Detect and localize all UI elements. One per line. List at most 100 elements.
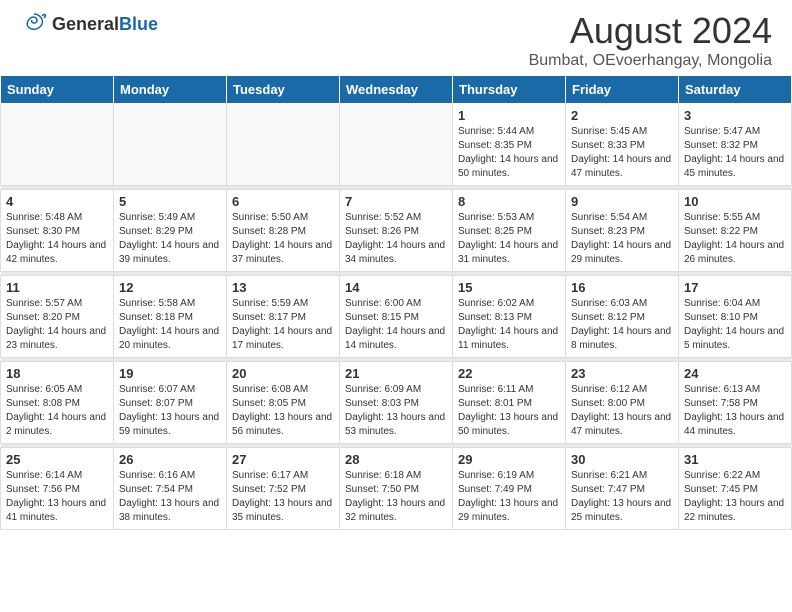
day-info: Sunrise: 5:53 AM Sunset: 8:25 PM Dayligh… <box>458 211 560 267</box>
calendar-cell: 1Sunrise: 5:44 AM Sunset: 8:35 PM Daylig… <box>453 104 566 186</box>
calendar-cell: 12 Sunrise: 5:58 AM Sunset: 8:18 PM Dayli… <box>114 276 227 358</box>
day-number: 31 <box>684 452 786 467</box>
day-info: Sunrise: 5:50 AM Sunset: 8:28 PM Dayligh… <box>232 211 334 267</box>
day-number: 30 <box>571 452 673 467</box>
day-info: Sunrise: 6:14 AM Sunset: 7:56 PM Dayligh… <box>6 469 108 525</box>
calendar-cell: 26 Sunrise: 6:16 AM Sunset: 7:54 PM Dayli… <box>114 448 227 530</box>
logo-general: General <box>52 14 119 34</box>
day-info: Sunrise: 6:13 AM Sunset: 7:58 PM Dayligh… <box>684 383 786 439</box>
weekday-header-row: SundayMondayTuesdayWednesdayThursdayFrid… <box>1 76 792 104</box>
day-number: 21 <box>345 366 447 381</box>
calendar-cell: 27Sunrise: 6:17 AM Sunset: 7:52 PM Dayli… <box>227 448 340 530</box>
calendar-cell: 2Sunrise: 5:45 AM Sunset: 8:33 PM Daylig… <box>566 104 679 186</box>
calendar-cell: 9 Sunrise: 5:54 AM Sunset: 8:23 PM Daylig… <box>566 190 679 272</box>
calendar-cell: 23 Sunrise: 6:12 AM Sunset: 8:00 PM Dayli… <box>566 362 679 444</box>
day-info: Sunrise: 6:07 AM Sunset: 8:07 PM Dayligh… <box>119 383 221 439</box>
day-number: 12 <box>119 280 221 295</box>
day-info: Sunrise: 6:00 AM Sunset: 8:15 PM Dayligh… <box>345 297 447 353</box>
day-number: 20 <box>232 366 334 381</box>
calendar-cell: 11 Sunrise: 5:57 AM Sunset: 8:20 PM Dayli… <box>1 276 114 358</box>
day-number: 24 <box>684 366 786 381</box>
logo-icon <box>20 10 48 38</box>
day-info: Sunrise: 6:18 AM Sunset: 7:50 PM Dayligh… <box>345 469 447 525</box>
title-area: August 2024 Bumbat, OEvoerhangay, Mongol… <box>529 10 772 70</box>
day-info: Sunrise: 5:54 AM Sunset: 8:23 PM Dayligh… <box>571 211 673 267</box>
day-info: Sunrise: 5:57 AM Sunset: 8:20 PM Dayligh… <box>6 297 108 353</box>
day-number: 9 <box>571 194 673 209</box>
calendar-cell: 5Sunrise: 5:49 AM Sunset: 8:29 PM Daylig… <box>114 190 227 272</box>
day-info: Sunrise: 5:45 AM Sunset: 8:33 PM Dayligh… <box>571 125 673 181</box>
calendar-cell <box>1 104 114 186</box>
calendar-cell: 4 Sunrise: 5:48 AM Sunset: 8:30 PM Daylig… <box>1 190 114 272</box>
day-number: 26 <box>119 452 221 467</box>
weekday-header-tuesday: Tuesday <box>227 76 340 104</box>
calendar-cell: 17Sunrise: 6:04 AM Sunset: 8:10 PM Dayli… <box>679 276 792 358</box>
day-number: 3 <box>684 108 786 123</box>
week-row-3: 11 Sunrise: 5:57 AM Sunset: 8:20 PM Dayli… <box>1 276 792 358</box>
calendar-cell: 7Sunrise: 5:52 AM Sunset: 8:26 PM Daylig… <box>340 190 453 272</box>
calendar-cell: 31 Sunrise: 6:22 AM Sunset: 7:45 PM Dayli… <box>679 448 792 530</box>
day-info: Sunrise: 5:55 AM Sunset: 8:22 PM Dayligh… <box>684 211 786 267</box>
day-number: 15 <box>458 280 560 295</box>
day-number: 23 <box>571 366 673 381</box>
logo: GeneralBlue <box>20 10 158 38</box>
day-number: 22 <box>458 366 560 381</box>
calendar-cell: 24 Sunrise: 6:13 AM Sunset: 7:58 PM Dayli… <box>679 362 792 444</box>
day-number: 8 <box>458 194 560 209</box>
day-number: 14 <box>345 280 447 295</box>
logo-blue: Blue <box>119 14 158 34</box>
day-info: Sunrise: 5:48 AM Sunset: 8:30 PM Dayligh… <box>6 211 108 267</box>
week-row-1: 1Sunrise: 5:44 AM Sunset: 8:35 PM Daylig… <box>1 104 792 186</box>
day-info: Sunrise: 6:03 AM Sunset: 8:12 PM Dayligh… <box>571 297 673 353</box>
weekday-header-monday: Monday <box>114 76 227 104</box>
day-number: 27 <box>232 452 334 467</box>
calendar-cell: 3Sunrise: 5:47 AM Sunset: 8:32 PM Daylig… <box>679 104 792 186</box>
day-info: Sunrise: 6:05 AM Sunset: 8:08 PM Dayligh… <box>6 383 108 439</box>
day-info: Sunrise: 6:04 AM Sunset: 8:10 PM Dayligh… <box>684 297 786 353</box>
calendar-cell: 15Sunrise: 6:02 AM Sunset: 8:13 PM Dayli… <box>453 276 566 358</box>
calendar-cell <box>227 104 340 186</box>
day-info: Sunrise: 6:11 AM Sunset: 8:01 PM Dayligh… <box>458 383 560 439</box>
day-info: Sunrise: 6:22 AM Sunset: 7:45 PM Dayligh… <box>684 469 786 525</box>
day-number: 4 <box>6 194 108 209</box>
day-info: Sunrise: 5:52 AM Sunset: 8:26 PM Dayligh… <box>345 211 447 267</box>
day-number: 10 <box>684 194 786 209</box>
day-info: Sunrise: 6:12 AM Sunset: 8:00 PM Dayligh… <box>571 383 673 439</box>
day-info: Sunrise: 5:49 AM Sunset: 8:29 PM Dayligh… <box>119 211 221 267</box>
day-number: 25 <box>6 452 108 467</box>
calendar-cell: 16 Sunrise: 6:03 AM Sunset: 8:12 PM Dayli… <box>566 276 679 358</box>
calendar-cell: 28 Sunrise: 6:18 AM Sunset: 7:50 PM Dayli… <box>340 448 453 530</box>
day-number: 28 <box>345 452 447 467</box>
page-header: GeneralBlue August 2024 Bumbat, OEvoerha… <box>0 0 792 75</box>
day-info: Sunrise: 5:58 AM Sunset: 8:18 PM Dayligh… <box>119 297 221 353</box>
day-info: Sunrise: 6:09 AM Sunset: 8:03 PM Dayligh… <box>345 383 447 439</box>
calendar-cell: 14 Sunrise: 6:00 AM Sunset: 8:15 PM Dayli… <box>340 276 453 358</box>
day-number: 16 <box>571 280 673 295</box>
week-row-5: 25 Sunrise: 6:14 AM Sunset: 7:56 PM Dayli… <box>1 448 792 530</box>
day-info: Sunrise: 5:59 AM Sunset: 8:17 PM Dayligh… <box>232 297 334 353</box>
calendar-cell: 21 Sunrise: 6:09 AM Sunset: 8:03 PM Dayli… <box>340 362 453 444</box>
location-subtitle: Bumbat, OEvoerhangay, Mongolia <box>529 52 772 70</box>
calendar-table: SundayMondayTuesdayWednesdayThursdayFrid… <box>0 75 792 530</box>
calendar-cell <box>340 104 453 186</box>
weekday-header-friday: Friday <box>566 76 679 104</box>
calendar-cell: 13 Sunrise: 5:59 AM Sunset: 8:17 PM Dayli… <box>227 276 340 358</box>
weekday-header-wednesday: Wednesday <box>340 76 453 104</box>
calendar-cell: 20Sunrise: 6:08 AM Sunset: 8:05 PM Dayli… <box>227 362 340 444</box>
weekday-header-thursday: Thursday <box>453 76 566 104</box>
week-row-4: 18Sunrise: 6:05 AM Sunset: 8:08 PM Dayli… <box>1 362 792 444</box>
day-info: Sunrise: 6:21 AM Sunset: 7:47 PM Dayligh… <box>571 469 673 525</box>
calendar-cell: 19 Sunrise: 6:07 AM Sunset: 8:07 PM Dayli… <box>114 362 227 444</box>
calendar-cell: 10 Sunrise: 5:55 AM Sunset: 8:22 PM Dayli… <box>679 190 792 272</box>
day-number: 19 <box>119 366 221 381</box>
calendar-cell: 30 Sunrise: 6:21 AM Sunset: 7:47 PM Dayli… <box>566 448 679 530</box>
month-year-title: August 2024 <box>529 10 772 52</box>
day-number: 6 <box>232 194 334 209</box>
calendar-cell: 18Sunrise: 6:05 AM Sunset: 8:08 PM Dayli… <box>1 362 114 444</box>
day-info: Sunrise: 6:19 AM Sunset: 7:49 PM Dayligh… <box>458 469 560 525</box>
calendar-cell: 25 Sunrise: 6:14 AM Sunset: 7:56 PM Dayli… <box>1 448 114 530</box>
day-number: 13 <box>232 280 334 295</box>
calendar-cell: 22 Sunrise: 6:11 AM Sunset: 8:01 PM Dayli… <box>453 362 566 444</box>
day-number: 11 <box>6 280 108 295</box>
day-info: Sunrise: 6:16 AM Sunset: 7:54 PM Dayligh… <box>119 469 221 525</box>
